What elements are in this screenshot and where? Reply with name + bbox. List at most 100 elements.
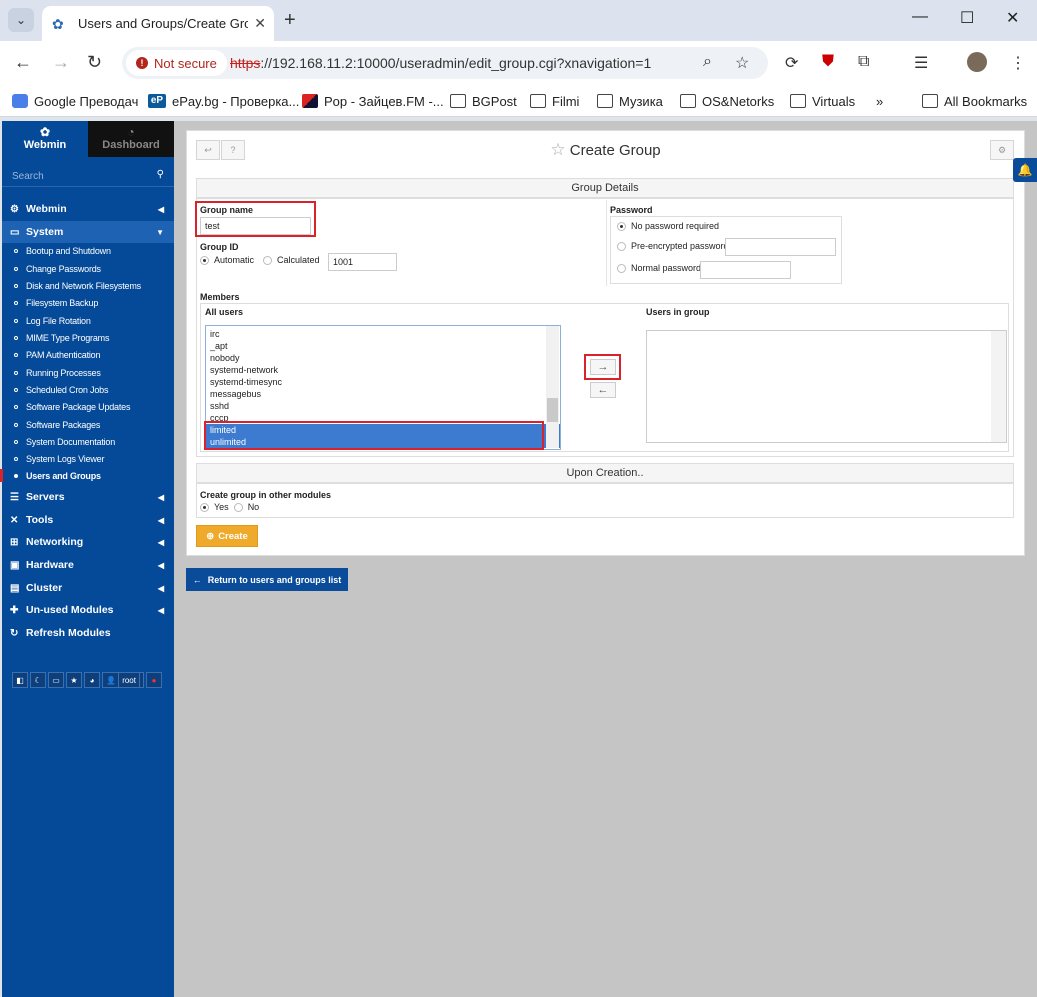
pw-preenc-input[interactable]: [725, 238, 836, 256]
users-in-group-scrollbar[interactable]: [991, 331, 1006, 442]
gid-calculated-radio[interactable]: [263, 255, 273, 265]
url-text[interactable]: https://192.168.11.2:10000/useradmin/edi…: [230, 55, 651, 71]
all-bookmarks[interactable]: All Bookmarks: [922, 92, 1027, 110]
logout-icon[interactable]: ●: [145, 672, 162, 688]
close-window-icon[interactable]: ✕: [1006, 8, 1019, 28]
toggle-sidebar-icon[interactable]: ◧: [12, 672, 28, 688]
sidebar-item-bootup[interactable]: Bootup and Shutdown: [2, 242, 174, 259]
terminal-icon[interactable]: ▭: [48, 672, 64, 688]
return-to-list-button[interactable]: ← Return to users and groups list: [186, 568, 348, 591]
sidebar-item-log-rotation[interactable]: Log File Rotation: [2, 312, 174, 329]
sidebar-item-package-updates[interactable]: Software Package Updates: [2, 398, 174, 415]
not-secure-chip[interactable]: ! Not secure: [126, 50, 227, 76]
sidebar-item-users-groups[interactable]: Users and Groups: [2, 467, 174, 484]
create-other-no-radio[interactable]: [233, 502, 243, 512]
bookmark-filmi[interactable]: Filmi: [530, 92, 579, 110]
sidebar-menu-tools[interactable]: ✕ Tools ◀: [2, 509, 174, 531]
extension-sync-icon[interactable]: ⟳: [785, 53, 798, 73]
close-tab-icon[interactable]: ✕: [254, 15, 266, 32]
list-item[interactable]: systemd-timesync: [206, 376, 560, 388]
list-item[interactable]: sshd: [206, 400, 560, 412]
bookmark-star-icon[interactable]: ☆: [735, 53, 749, 73]
bookmark-os-networks[interactable]: OS&Netorks: [680, 92, 774, 110]
bookmark-muzika[interactable]: Музика: [597, 92, 663, 110]
favorites-star-icon[interactable]: ★: [66, 672, 82, 688]
theme-palette-icon[interactable]: ◕: [84, 672, 100, 688]
sidebar-tab-webmin[interactable]: ✿ Webmin: [2, 121, 88, 157]
bookmark-pop-fm[interactable]: Pop - Зайцев.FM -...: [302, 92, 444, 110]
network-icon: ⊞: [10, 536, 19, 548]
gid-input[interactable]: 1001: [328, 253, 397, 271]
sidebar-item-disk-network-fs[interactable]: Disk and Network Filesystems: [2, 277, 174, 294]
all-users-scrollbar[interactable]: [546, 326, 559, 448]
sidebar-item-running-processes[interactable]: Running Processes: [2, 364, 174, 381]
sidebar-search-input[interactable]: Search ⚲: [2, 165, 174, 187]
sidebar-menu-hardware[interactable]: ▣ Hardware ◀: [2, 554, 174, 576]
sidebar-item-system-logs[interactable]: System Logs Viewer: [2, 450, 174, 467]
profile-avatar[interactable]: [967, 52, 987, 72]
sidebar-tab-dashboard[interactable]: ◔ Dashboard: [88, 121, 174, 157]
create-button[interactable]: ⊕ Create: [196, 525, 258, 547]
list-item[interactable]: irc: [206, 328, 560, 340]
sidebar-menu-servers[interactable]: ☰ Servers ◀: [2, 486, 174, 508]
list-item[interactable]: _apt: [206, 340, 560, 352]
sidebar-menu-webmin[interactable]: ⚙ Webmin ◀: [2, 198, 174, 220]
remove-from-group-button[interactable]: ←: [590, 382, 616, 398]
sidebar-item-change-passwords[interactable]: Change Passwords: [2, 260, 174, 277]
sidebar-menu-system[interactable]: ▭ System ▼: [2, 221, 174, 243]
sidebar-menu-cluster[interactable]: ▤ Cluster ◀: [2, 577, 174, 599]
forward-icon[interactable]: →: [52, 52, 70, 73]
add-to-group-button[interactable]: →: [590, 359, 616, 375]
scrollbar-thumb[interactable]: [547, 398, 558, 422]
extensions-puzzle-icon[interactable]: ⧉: [858, 53, 869, 71]
new-tab-button[interactable]: +: [284, 9, 296, 32]
tab-title: Users and Groups/Create Group: [78, 16, 249, 31]
pw-none-radio[interactable]: [617, 221, 626, 231]
caret-left-icon: ◀: [157, 605, 164, 615]
sidebar-item-mime-types[interactable]: MIME Type Programs: [2, 329, 174, 346]
page-title: ☆ Create Group: [550, 140, 661, 159]
folder-icon: [450, 94, 466, 108]
bookmark-virtuals[interactable]: Virtuals: [790, 92, 855, 110]
back-icon[interactable]: ←: [14, 52, 32, 73]
pw-preenc-radio[interactable]: [617, 241, 626, 251]
bookmark-bgpost[interactable]: BGPost: [450, 92, 517, 110]
ublock-icon[interactable]: ⛊: [822, 53, 834, 71]
list-item[interactable]: messagebus: [206, 388, 560, 400]
sidebar-menu-networking[interactable]: ⊞ Networking ◀: [2, 531, 174, 553]
notifications-bell-icon[interactable]: 🔔: [1013, 158, 1037, 182]
favorite-star-icon[interactable]: ☆: [550, 140, 565, 159]
group-name-input[interactable]: test: [200, 217, 311, 235]
tab-search-button[interactable]: ⌄: [8, 8, 34, 32]
sidebar-menu-refresh-modules[interactable]: ↻ Refresh Modules: [2, 622, 174, 644]
list-item[interactable]: nobody: [206, 352, 560, 364]
sidebar-item-pam[interactable]: PAM Authentication: [2, 346, 174, 363]
sidebar-menu-unused-modules[interactable]: ✚ Un-used Modules ◀: [2, 599, 174, 621]
gid-automatic-radio[interactable]: [200, 255, 209, 265]
minimize-icon[interactable]: —: [912, 8, 928, 26]
bookmark-epay[interactable]: eP ePay.bg - Проверка...: [148, 92, 299, 110]
user-root-button[interactable]: 👤 root: [102, 672, 144, 688]
menu-kebab-icon[interactable]: ⋮: [1010, 53, 1026, 73]
zoom-icon[interactable]: ⌕: [703, 53, 712, 71]
reading-list-icon[interactable]: ☰: [914, 53, 928, 73]
caret-left-icon: ◀: [157, 583, 164, 593]
monitor-icon: ▭: [10, 226, 20, 238]
bookmark-google-translate[interactable]: Google Преводач: [12, 92, 138, 110]
sidebar-item-filesystem-backup[interactable]: Filesystem Backup: [2, 294, 174, 311]
create-other-yes-radio[interactable]: [200, 502, 209, 512]
list-item[interactable]: systemd-network: [206, 364, 560, 376]
more-bookmarks-button[interactable]: »: [876, 92, 883, 110]
browser-tab-active[interactable]: ✿ Users and Groups/Create Group ✕: [42, 6, 274, 41]
pw-normal-radio[interactable]: [617, 263, 626, 273]
maximize-icon[interactable]: ☐: [960, 8, 974, 28]
sidebar-item-software-packages[interactable]: Software Packages: [2, 416, 174, 433]
night-mode-icon[interactable]: ☾: [30, 672, 46, 688]
group-id-options: Automatic Calculated: [200, 255, 338, 265]
sidebar-item-system-docs[interactable]: System Documentation: [2, 433, 174, 450]
users-in-group-listbox[interactable]: [646, 330, 1007, 443]
sidebar-item-cron-jobs[interactable]: Scheduled Cron Jobs: [2, 381, 174, 398]
epay-icon: eP: [148, 94, 166, 108]
reload-icon[interactable]: ↻: [87, 52, 102, 73]
pw-normal-input[interactable]: [700, 261, 791, 279]
